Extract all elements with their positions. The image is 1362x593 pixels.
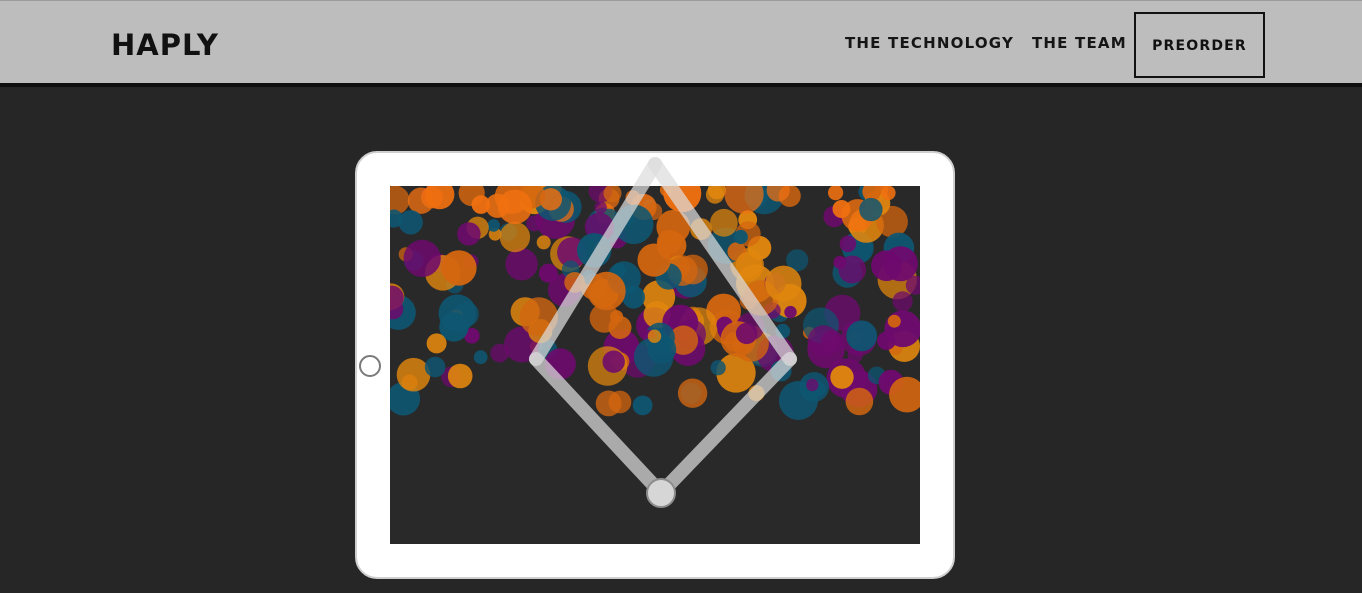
bubble bbox=[859, 197, 883, 222]
bubble bbox=[594, 201, 607, 214]
bubble bbox=[438, 294, 477, 332]
bubble bbox=[735, 322, 758, 345]
bubble bbox=[441, 250, 477, 286]
bubble bbox=[846, 320, 878, 352]
bubble bbox=[538, 263, 558, 283]
bubble bbox=[577, 233, 612, 268]
bubble bbox=[733, 229, 748, 245]
bubble bbox=[505, 248, 538, 281]
nav-link-team[interactable]: THE TEAM bbox=[1032, 34, 1127, 52]
bubble bbox=[832, 200, 851, 218]
bubble bbox=[487, 219, 500, 232]
bubble bbox=[678, 254, 708, 285]
bubble bbox=[613, 204, 654, 245]
bubble bbox=[710, 360, 726, 376]
bubble bbox=[677, 378, 708, 408]
bubble bbox=[632, 395, 653, 416]
bubble bbox=[536, 235, 551, 250]
brand-logo[interactable]: HAPLY bbox=[111, 28, 219, 62]
bubble bbox=[892, 291, 913, 312]
bubble bbox=[526, 215, 543, 232]
bubble bbox=[544, 348, 576, 380]
bubble bbox=[881, 186, 896, 201]
bubble bbox=[765, 265, 802, 302]
bubble bbox=[473, 350, 488, 365]
nav-link-technology[interactable]: THE TECHNOLOGY bbox=[845, 34, 1014, 52]
bubble bbox=[637, 243, 671, 277]
bubble bbox=[839, 235, 857, 253]
bubble bbox=[497, 189, 533, 224]
bubble bbox=[587, 271, 626, 311]
top-navigation-bar: HAPLY THE TECHNOLOGY THE TEAM PREORDER bbox=[0, 0, 1362, 87]
bubble bbox=[471, 195, 491, 214]
preorder-button[interactable]: PREORDER bbox=[1134, 12, 1265, 78]
bubble bbox=[608, 390, 632, 414]
bubble bbox=[845, 387, 874, 416]
circle-outline-icon bbox=[359, 355, 381, 377]
bubble bbox=[807, 325, 840, 357]
bubble bbox=[447, 363, 473, 389]
bubble bbox=[775, 323, 791, 339]
bubble bbox=[770, 360, 792, 382]
bubble bbox=[884, 310, 920, 348]
bubble bbox=[625, 190, 641, 205]
bubble bbox=[647, 329, 662, 343]
drag-handle-icon[interactable] bbox=[646, 478, 676, 508]
bubble bbox=[830, 365, 854, 389]
bubble bbox=[784, 305, 797, 319]
bubble bbox=[519, 297, 559, 336]
bubble bbox=[424, 356, 446, 378]
bubble bbox=[833, 255, 847, 269]
bubble bbox=[398, 210, 423, 235]
bubble bbox=[426, 333, 447, 354]
bubble bbox=[710, 208, 738, 237]
bubble bbox=[396, 357, 431, 392]
bubble bbox=[806, 378, 819, 392]
bubble bbox=[499, 221, 531, 253]
bubble bbox=[457, 222, 481, 246]
bubble bbox=[748, 385, 765, 402]
bubble bbox=[705, 186, 725, 204]
bubble bbox=[871, 250, 902, 281]
bubble bbox=[564, 272, 586, 293]
bubble bbox=[828, 186, 844, 201]
bubble bbox=[735, 251, 762, 278]
bubble bbox=[690, 218, 712, 240]
bubble bbox=[633, 337, 674, 377]
bubble bbox=[407, 187, 435, 214]
bubble bbox=[887, 314, 901, 328]
bubble bbox=[403, 239, 441, 277]
bubble bbox=[602, 350, 625, 373]
